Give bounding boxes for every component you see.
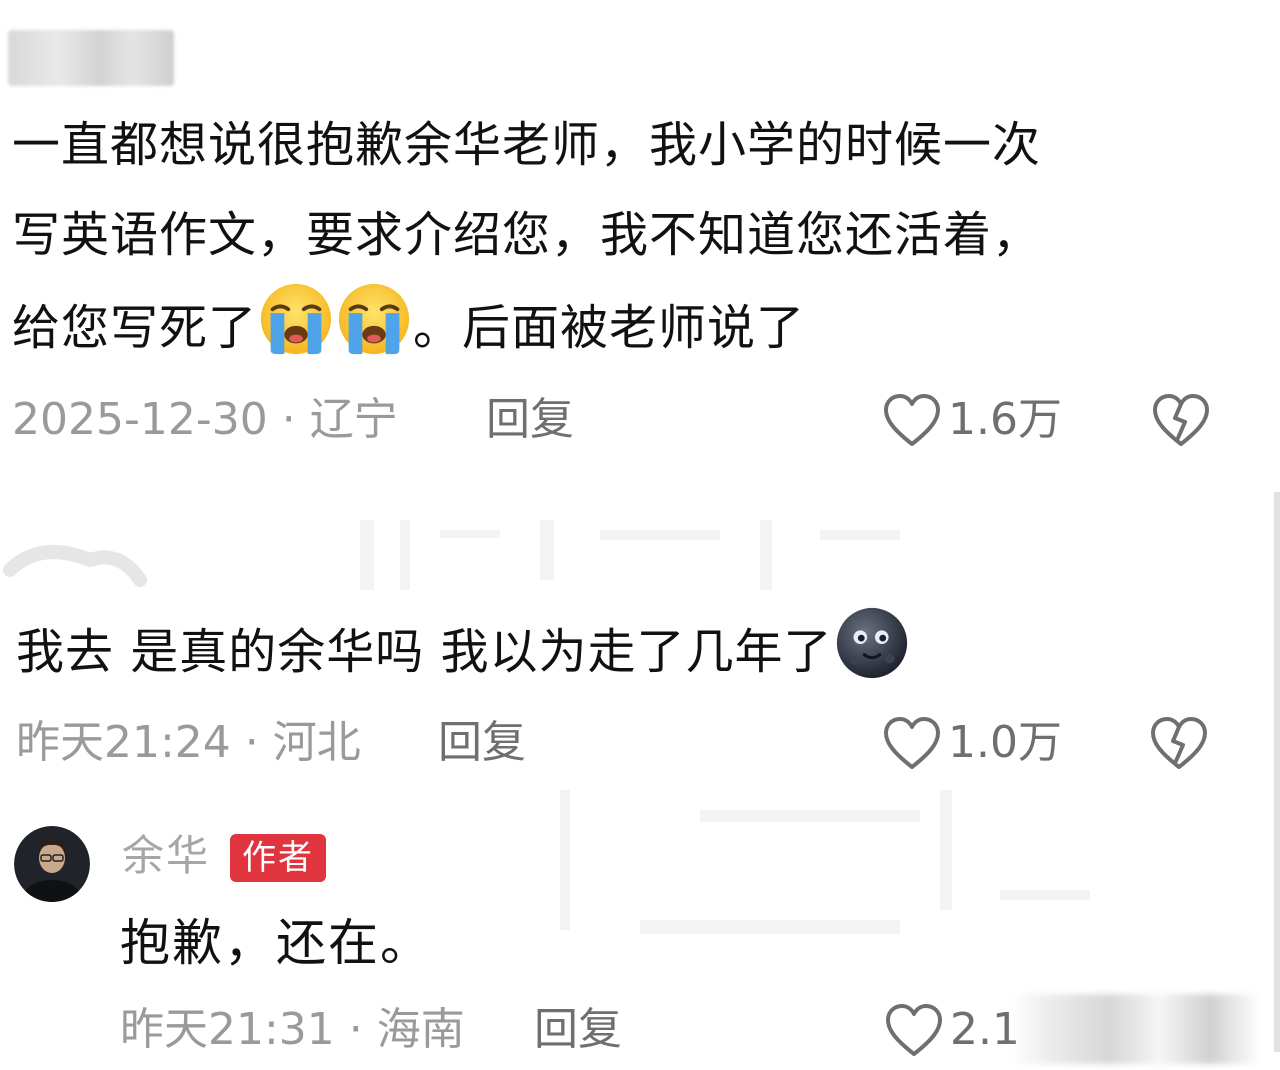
comment-1-like-count: 1.6万 (948, 394, 1062, 445)
broken-heart-icon[interactable] (1148, 715, 1210, 771)
comment-2-body: 我去 是真的余华吗 我以为走了几年了 (16, 624, 833, 680)
blurred-username (8, 30, 174, 86)
comment-page: 一直都想说很抱歉余华老师，我小学的时候一次 写英语作文，要求介绍您，我不知道您还… (0, 0, 1280, 1070)
comment-1-line-3-tail: 。后面被老师说了 (413, 300, 806, 356)
author-reply-time-location: 昨天21:31 · 海南 (120, 1004, 465, 1055)
comment-1-text: 一直都想说很抱歉余华老师，我小学的时候一次 写英语作文，要求介绍您，我不知道您还… (12, 100, 1232, 373)
heart-outline-icon (886, 1004, 942, 1056)
comment-1-line-2: 写英语作文，要求介绍您，我不知道您还活着， (12, 207, 1042, 263)
right-edge-divider (1274, 492, 1280, 1052)
broken-heart-icon[interactable] (1150, 392, 1212, 448)
author-name[interactable]: 余华 (122, 826, 210, 886)
comment-1-meta: 2025-12-30 · 辽宁 回复 1.6万 (12, 390, 1262, 450)
author-reply-like-button[interactable]: 2.1 (884, 1000, 1020, 1060)
comment-2-time: 昨天21:24 (16, 717, 231, 768)
author-reply-location: 海南 (376, 1004, 465, 1055)
comment-1-line-3-text: 给您写死了 (12, 300, 258, 356)
new-moon-face-emoji-icon (836, 607, 907, 679)
comment-2-like-count: 1.0万 (948, 717, 1062, 768)
comment-2-time-location: 昨天21:24 · 河北 (16, 717, 361, 768)
author-badge: 作者 (230, 834, 326, 882)
comment-1-location: 辽宁 (309, 394, 398, 445)
comment-1-time: 2025-12-30 (12, 394, 268, 445)
comment-2-location: 河北 (272, 717, 361, 768)
comment-2-reply-button[interactable]: 回复 (438, 713, 526, 773)
author-reply-reply-button[interactable]: 回复 (534, 1000, 622, 1060)
comment-2-like-button[interactable]: 1.0万 (882, 713, 1062, 773)
comment-2-meta: 昨天21:24 · 河北 回复 1.0万 (16, 713, 1266, 773)
comment-1-line-3: 给您写死了 。后面被老师说了 (12, 280, 1232, 373)
author-reply-time: 昨天21:31 (120, 1004, 335, 1055)
comment-1-time-location: 2025-12-30 · 辽宁 (12, 394, 398, 445)
comment-1-reply-button[interactable]: 回复 (486, 390, 574, 450)
crying-face-emoji-icon (338, 283, 410, 355)
heart-outline-icon (884, 394, 940, 446)
author-reply-text: 抱歉，还在。 (120, 914, 432, 972)
heart-outline-icon (884, 717, 940, 769)
blurred-watermark-smear (1010, 994, 1260, 1064)
crying-face-emoji-icon (260, 283, 332, 355)
comment-1-like-button[interactable]: 1.6万 (882, 390, 1062, 450)
author-avatar[interactable] (14, 826, 90, 902)
comment-1-line-1: 一直都想说很抱歉余华老师，我小学的时候一次 (12, 117, 1042, 173)
comment-2-text: 我去 是真的余华吗 我以为走了几年了 (16, 604, 911, 697)
